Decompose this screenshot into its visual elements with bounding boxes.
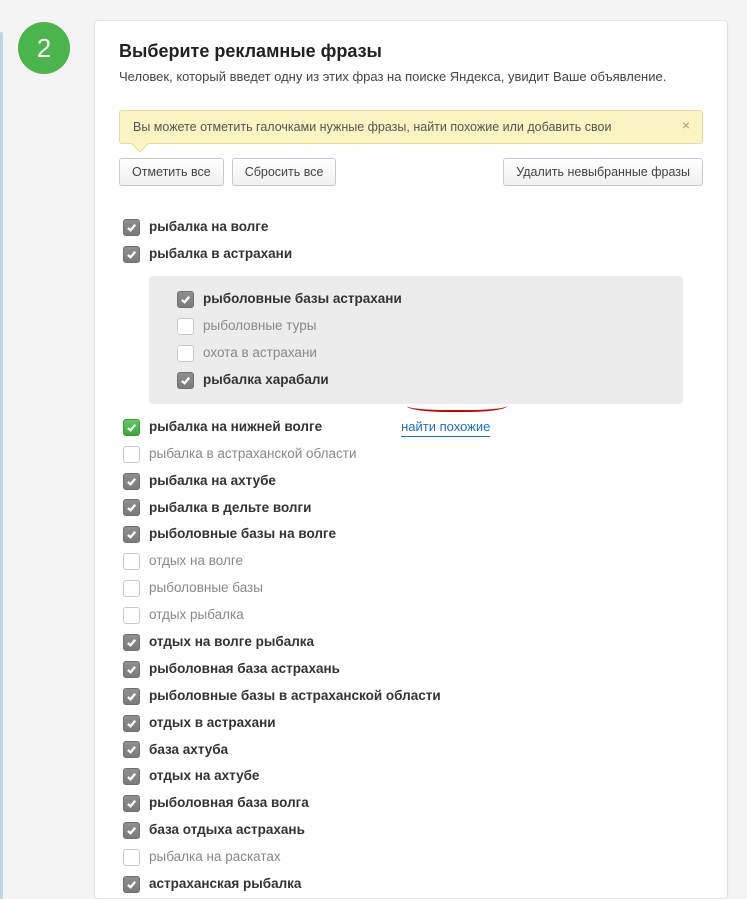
phrase-row: рыбалка в астраханской области <box>123 441 689 468</box>
phrase-label: рыбалка на ахтубе <box>149 472 276 491</box>
phrase-label: рыбалка на раскатах <box>149 848 281 867</box>
main-card: Выберите рекламные фразы Человек, которы… <box>94 20 728 899</box>
phrase-row: база отдыха астрахань <box>123 817 689 844</box>
checkbox[interactable] <box>123 822 140 839</box>
phrase-row: отдых на ахтубе <box>123 763 689 790</box>
delete-unselected-button[interactable]: Удалить невыбранные фразы <box>503 158 703 186</box>
phrase-row: рыбалка на ахтубе <box>123 468 689 495</box>
phrase-row: рыболовная база астрахань <box>123 656 689 683</box>
checkbox[interactable] <box>123 795 140 812</box>
phrase-label: рыболовные базы на волге <box>149 525 336 544</box>
checkbox[interactable] <box>177 372 194 389</box>
phrase-label: рыболовные базы <box>149 579 263 598</box>
checkbox[interactable] <box>123 634 140 651</box>
checkbox[interactable] <box>123 219 140 236</box>
nested-phrases: рыболовные базы астрахани рыболовные тур… <box>149 276 683 404</box>
phrase-label: астраханская рыбалка <box>149 875 301 894</box>
hint-close-button[interactable]: × <box>678 117 694 133</box>
phrase-row: база ахтуба <box>123 737 689 764</box>
phrase-row: рыбалка харабали <box>177 367 671 394</box>
phrase-label: база ахтуба <box>149 741 228 760</box>
checkbox[interactable] <box>123 246 140 263</box>
checkbox[interactable] <box>177 291 194 308</box>
phrase-label: рыболовные базы астрахани <box>203 290 402 309</box>
checkbox[interactable] <box>123 607 140 624</box>
phrase-label: рыбалка на нижней волге <box>149 418 322 437</box>
toolbar: Отметить все Сбросить все Удалить невыбр… <box>119 158 703 186</box>
phrase-row: рыбалка на волге <box>123 214 689 241</box>
checkbox[interactable] <box>123 688 140 705</box>
phrase-row: отдых на волге <box>123 548 689 575</box>
phrase-row: рыболовные базы в астраханской области <box>123 683 689 710</box>
phrase-row: рыболовные туры <box>177 313 671 340</box>
phrase-label: отдых на ахтубе <box>149 767 259 786</box>
checkbox[interactable] <box>177 318 194 335</box>
checkbox[interactable] <box>123 553 140 570</box>
select-all-button[interactable]: Отметить все <box>119 158 224 186</box>
checkbox[interactable] <box>123 473 140 490</box>
reset-all-button[interactable]: Сбросить все <box>232 158 337 186</box>
phrase-row: рыбалка в дельте волги <box>123 495 689 522</box>
phrase-label: рыболовная база волга <box>149 794 309 813</box>
phrase-label: рыбалка на волге <box>149 218 268 237</box>
phrase-label: рыбалка в астрахани <box>149 245 292 264</box>
phrase-label: рыбалка в дельте волги <box>149 499 311 518</box>
left-accent-bar <box>0 32 3 899</box>
phrase-row: рыболовные базы на волге <box>123 521 689 548</box>
phrase-row: рыболовные базы астрахани <box>177 286 671 313</box>
phrase-label: отдых в астрахани <box>149 714 276 733</box>
phrase-label: отдых на волге рыбалка <box>149 633 314 652</box>
card-title: Выберите рекламные фразы <box>119 41 703 62</box>
checkbox[interactable] <box>123 526 140 543</box>
find-similar-link[interactable]: найти похожие <box>401 418 490 437</box>
phrase-label: охота в астрахани <box>203 344 317 363</box>
hint-box: Вы можете отметить галочками нужные фраз… <box>119 110 703 144</box>
checkbox[interactable] <box>123 876 140 893</box>
checkbox[interactable] <box>123 715 140 732</box>
phrase-label: рыболовные туры <box>203 317 316 336</box>
checkbox[interactable] <box>123 661 140 678</box>
card-subtitle: Человек, который введет одну из этих фра… <box>119 68 703 86</box>
phrase-list: рыбалка на волге рыбалка в астрахани рыб… <box>119 200 703 898</box>
phrase-row: рыболовная база волга <box>123 790 689 817</box>
hint-text: Вы можете отметить галочками нужные фраз… <box>133 120 611 134</box>
step-badge: 2 <box>18 22 70 74</box>
phrase-row: отдых рыбалка <box>123 602 689 629</box>
checkbox[interactable] <box>123 849 140 866</box>
phrase-label: отдых на волге <box>149 552 243 571</box>
step-number: 2 <box>37 33 51 64</box>
phrase-label: отдых рыбалка <box>149 606 244 625</box>
phrase-row: отдых на волге рыбалка <box>123 629 689 656</box>
page-wrapper: 2 Выберите рекламные фразы Человек, кото… <box>0 0 747 899</box>
hint-tail <box>132 136 149 153</box>
phrase-row: рыбалка на раскатах <box>123 844 689 871</box>
checkbox[interactable] <box>123 499 140 516</box>
phrase-label: рыбалка в астраханской области <box>149 445 357 464</box>
phrase-label: рыболовная база астрахань <box>149 660 340 679</box>
phrase-label: рыбалка харабали <box>203 371 329 390</box>
checkbox[interactable] <box>177 345 194 362</box>
phrase-row: рыболовные базы <box>123 575 689 602</box>
phrase-label: база отдыха астрахань <box>149 821 305 840</box>
phrase-label: рыболовные базы в астраханской области <box>149 687 441 706</box>
checkbox[interactable] <box>123 580 140 597</box>
checkbox[interactable] <box>123 446 140 463</box>
checkbox[interactable] <box>123 768 140 785</box>
phrase-row: рыбалка в астрахани <box>123 241 689 268</box>
checkbox[interactable] <box>123 419 140 436</box>
checkbox[interactable] <box>123 741 140 758</box>
phrase-row: охота в астрахани <box>177 340 671 367</box>
phrase-row: рыбалка на нижней волге найти похожие <box>123 414 689 441</box>
phrase-row: отдых в астрахани <box>123 710 689 737</box>
